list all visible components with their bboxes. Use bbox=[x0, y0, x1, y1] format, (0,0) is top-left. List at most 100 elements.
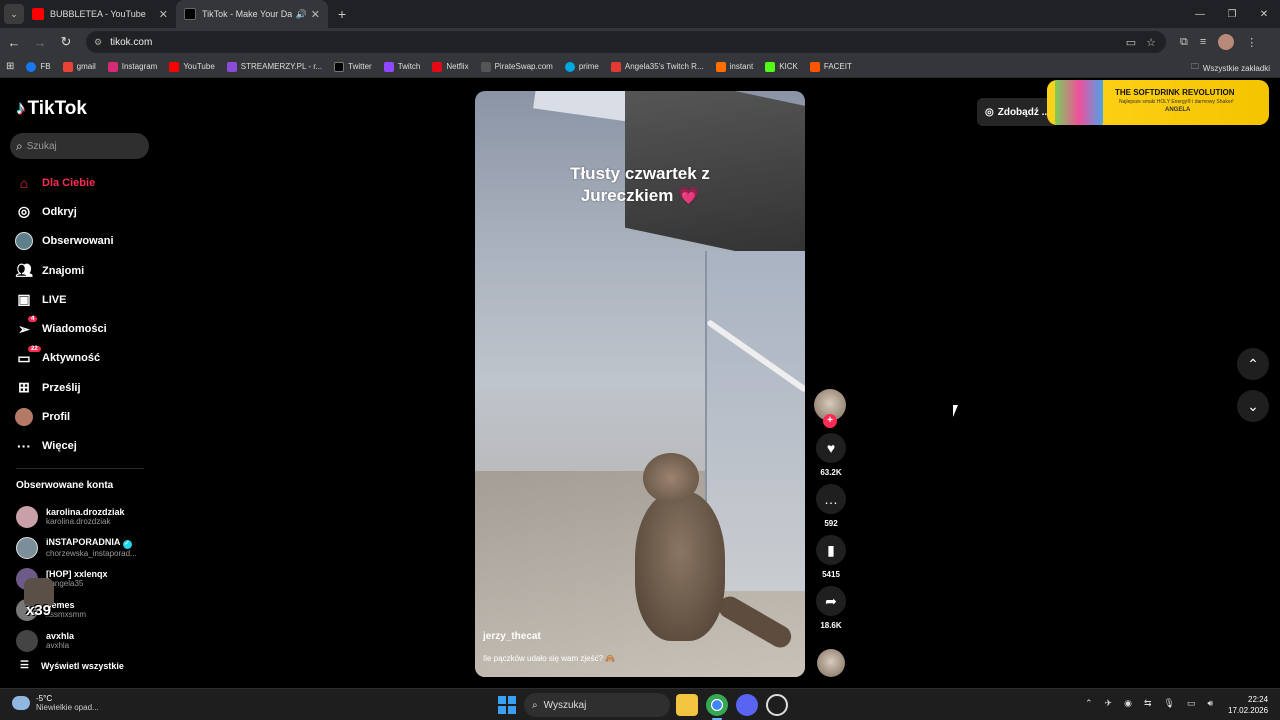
tray-app-icon[interactable]: ✈ bbox=[1105, 698, 1113, 709]
video-actions: + ♥ 63.2K … 592 ▮ 5415 ➦ 18.6K bbox=[814, 389, 848, 637]
menu-icon[interactable]: ⋮ bbox=[1246, 36, 1257, 49]
author-avatar[interactable]: + bbox=[814, 389, 846, 428]
cast-icon[interactable]: ▭ bbox=[1126, 36, 1136, 49]
bookmark-youtube[interactable]: YouTube bbox=[169, 61, 215, 72]
tiktok-logo[interactable]: ♪ TikTok bbox=[16, 98, 87, 120]
nav-explore[interactable]: ◎ Odkryj bbox=[14, 197, 154, 226]
extensions-icon[interactable]: ⧉ bbox=[1180, 36, 1188, 49]
chrome-icon[interactable] bbox=[706, 694, 728, 720]
search-input[interactable]: ⌕ Szukaj bbox=[10, 133, 149, 159]
tab-tiktok[interactable]: TikTok - Make Your Day 🔊 ✕ bbox=[176, 0, 328, 28]
bookmark-prime[interactable]: prime bbox=[564, 61, 599, 72]
discord-tray-icon[interactable]: ◉ bbox=[1124, 698, 1132, 709]
close-tab-icon[interactable]: ✕ bbox=[311, 8, 320, 21]
nav-live[interactable]: ▣ LIVE bbox=[14, 285, 154, 314]
get-coins-button[interactable]: ◎ Zdobądź ... bbox=[977, 98, 1057, 126]
video-player[interactable]: Tłusty czwartek z Jureczkiem 💗 jerzy_the… bbox=[475, 91, 805, 677]
close-window-button[interactable]: ✕ bbox=[1248, 0, 1280, 28]
heart-icon[interactable]: ♥ bbox=[816, 433, 846, 463]
next-video-button[interactable]: ⌄ bbox=[1237, 390, 1269, 422]
comment-action[interactable]: … 592 bbox=[814, 484, 848, 531]
system-tray: ⌃ ✈ ◉ ⇆ 🎙︎ ▭ 🔊︎ bbox=[1085, 698, 1213, 709]
microphone-icon[interactable]: 🎙︎ bbox=[1164, 698, 1175, 709]
bookmark-fb[interactable]: FB bbox=[26, 61, 51, 72]
following-account[interactable]: karolina.drozdziak karolina.drozdziak bbox=[16, 501, 156, 532]
bookmark-kick[interactable]: KICK bbox=[765, 61, 798, 72]
taskbar-search[interactable]: ⌕ Wyszukaj bbox=[524, 693, 670, 717]
url-bar[interactable]: ⚙ tikok.com ▭ ☆ bbox=[86, 31, 1166, 53]
tab-youtube[interactable]: BUBBLETEA - YouTube ✕ bbox=[24, 0, 176, 28]
nav-activity[interactable]: ▭ 22 Aktywność bbox=[14, 344, 154, 373]
recording-app-icon[interactable] bbox=[766, 694, 788, 716]
speaker-icon[interactable]: 🔊 bbox=[296, 9, 307, 20]
profile-avatar-icon bbox=[14, 407, 34, 427]
media-icon[interactable]: ≡ bbox=[1200, 36, 1206, 48]
nav-for-you[interactable]: ⌂ Dla Ciebie bbox=[14, 168, 154, 197]
nav-upload[interactable]: ⊞ Prześlij bbox=[14, 373, 154, 402]
bookmark-star-icon[interactable]: ☆ bbox=[1146, 36, 1156, 49]
start-button[interactable] bbox=[498, 696, 516, 714]
site-info-icon[interactable]: ⚙ bbox=[94, 37, 102, 48]
bookmark-twitch[interactable]: Twitch bbox=[383, 61, 420, 72]
nav-profile[interactable]: Profil bbox=[14, 402, 154, 431]
profile-avatar[interactable] bbox=[1218, 34, 1235, 50]
chevron-up-icon[interactable]: ⌃ bbox=[1085, 698, 1093, 709]
following-account[interactable]: iNSTAPORADNIA ✓ chorzewska_instaporad... bbox=[16, 532, 156, 563]
show-all-button[interactable]: ☰ Wyświetl wszystkie bbox=[20, 660, 124, 671]
heart-emoji-icon: 💗 bbox=[678, 186, 700, 205]
nav-following[interactable]: Obserwowani bbox=[14, 227, 154, 256]
bookmark-icon[interactable]: ▮ bbox=[816, 535, 846, 565]
save-action[interactable]: ▮ 5415 bbox=[814, 535, 848, 582]
close-tab-icon[interactable]: ✕ bbox=[159, 8, 168, 21]
window-controls: — ❐ ✕ bbox=[1184, 0, 1280, 28]
display-icon[interactable]: ▭ bbox=[1187, 698, 1196, 709]
follow-plus-icon[interactable]: + bbox=[823, 414, 837, 428]
bookmark-netflix[interactable]: Netflix bbox=[432, 61, 469, 72]
bookmark-angela35[interactable]: Angela35's Twitch R... bbox=[610, 61, 704, 72]
discord-icon[interactable] bbox=[736, 694, 758, 716]
cat-body bbox=[635, 491, 725, 641]
bookmark-instagram[interactable]: Instagram bbox=[107, 61, 157, 72]
weather-widget[interactable]: -5°C Niewielkie opad... bbox=[12, 694, 99, 712]
minimize-button[interactable]: — bbox=[1184, 0, 1216, 28]
main-nav: ⌂ Dla Ciebie ◎ Odkryj Obserwowani 👥︎ Zna… bbox=[14, 168, 154, 461]
nav-more[interactable]: ··· Więcej bbox=[14, 432, 154, 461]
clock[interactable]: 22:24 17.02.2026 bbox=[1228, 694, 1268, 716]
bookmark-faceit[interactable]: FACEIT bbox=[809, 61, 852, 72]
bookmark-twitter[interactable]: Twitter bbox=[334, 61, 372, 72]
tab-search-button[interactable]: ⌄ bbox=[4, 4, 24, 24]
like-action[interactable]: ♥ 63.2K bbox=[814, 433, 848, 480]
restore-button[interactable]: ❐ bbox=[1216, 0, 1248, 28]
file-explorer-icon[interactable] bbox=[676, 694, 698, 716]
music-disc-avatar[interactable] bbox=[817, 649, 845, 677]
address-toolbar: ← → ↻ ⚙ tikok.com ▭ ☆ ⧉ ≡ ⋮ bbox=[0, 28, 1280, 56]
video-author[interactable]: jerzy_thecat bbox=[483, 631, 541, 642]
bookmark-pirateswap[interactable]: PirateSwap.com bbox=[480, 61, 553, 72]
apps-icon[interactable]: ⊞ bbox=[6, 61, 14, 72]
bookmark-streamerzy[interactable]: STREAMERZY.PL - r... bbox=[226, 61, 322, 72]
volume-icon[interactable]: 🔊︎ bbox=[1207, 698, 1213, 709]
chevron-down-icon: ⌄ bbox=[1247, 397, 1259, 414]
nav-messages[interactable]: ➢ 4 Wiadomości bbox=[14, 314, 154, 343]
bookmark-gmail[interactable]: gmail bbox=[62, 61, 96, 72]
share-action[interactable]: ➦ 18.6K bbox=[814, 586, 848, 633]
all-bookmarks-button[interactable]: 🗀 Wszystkie zakładki bbox=[1191, 61, 1270, 75]
reload-button[interactable]: ↻ bbox=[54, 30, 78, 54]
instagram-icon bbox=[107, 61, 118, 72]
instant-icon bbox=[715, 61, 726, 72]
following-account[interactable]: avxhla avxhla bbox=[16, 625, 156, 656]
previous-video-button[interactable]: ⌃ bbox=[1237, 348, 1269, 380]
bookmark-instant[interactable]: instant bbox=[715, 61, 753, 72]
following-avatar-icon bbox=[14, 231, 34, 251]
ad-banner[interactable]: THE SOFTDRINK REVOLUTION Najlepsze smaki… bbox=[1047, 80, 1269, 125]
comment-icon[interactable]: … bbox=[816, 484, 846, 514]
share-count: 18.6K bbox=[820, 621, 842, 630]
back-button[interactable]: ← bbox=[2, 30, 26, 54]
streamerzy-icon bbox=[226, 61, 237, 72]
network-adapter-icon[interactable]: ⇆ bbox=[1144, 698, 1152, 709]
forward-button[interactable]: → bbox=[28, 30, 52, 54]
nav-friends[interactable]: 👥︎ Znajomi bbox=[14, 256, 154, 285]
folder-icon: 🗀 bbox=[1190, 62, 1199, 71]
new-tab-button[interactable]: + bbox=[332, 6, 352, 22]
share-icon[interactable]: ➦ bbox=[816, 586, 846, 616]
